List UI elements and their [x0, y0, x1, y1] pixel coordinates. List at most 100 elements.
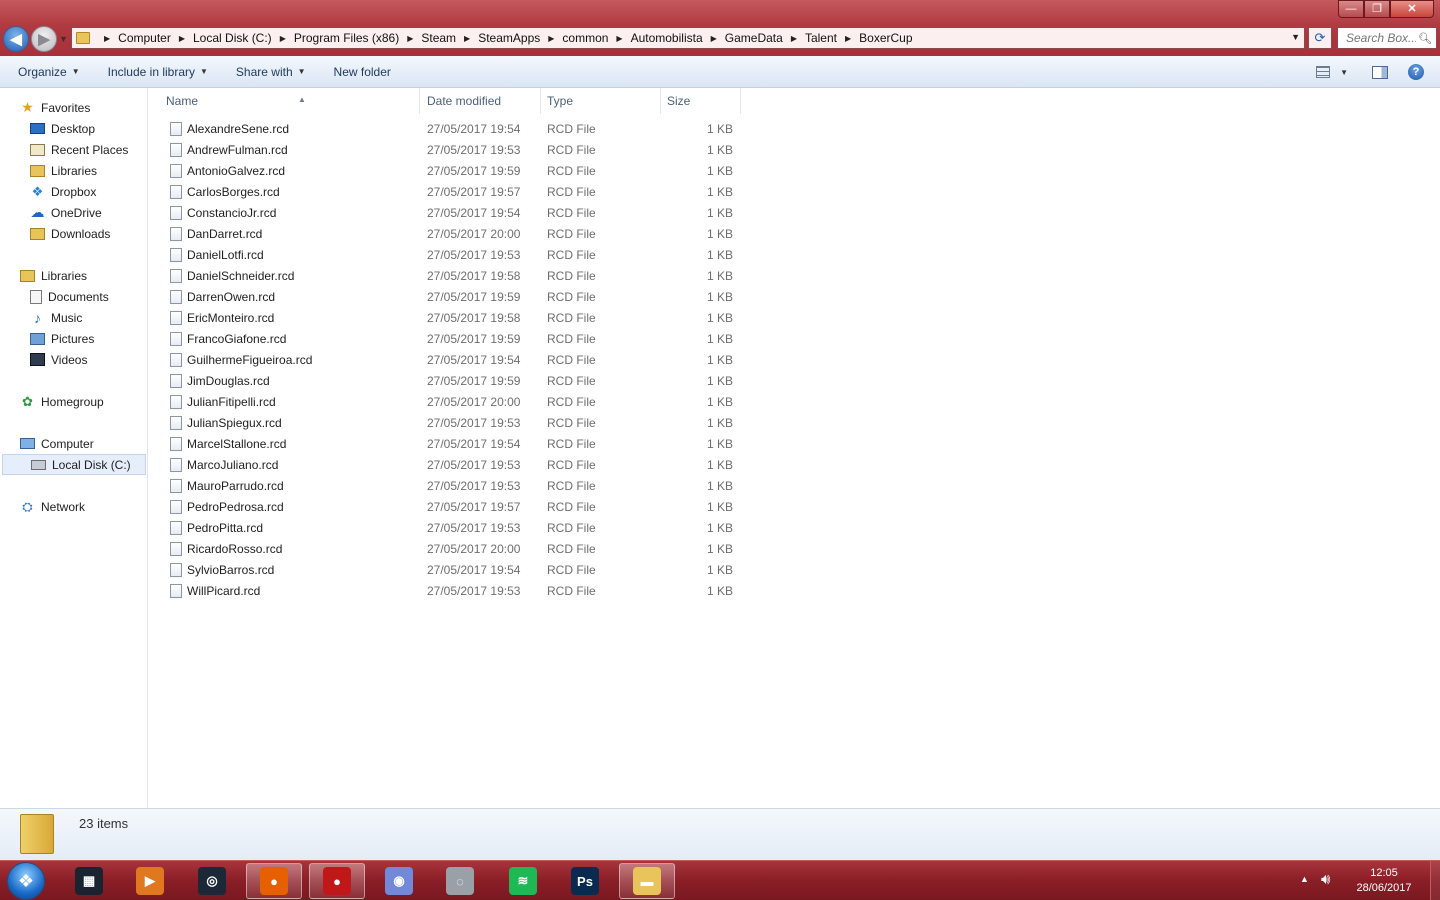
maximize-button[interactable]: ❐ — [1364, 0, 1390, 18]
back-button[interactable]: ◀ — [3, 26, 29, 52]
breadcrumb-item[interactable]: Program Files (x86) — [294, 31, 399, 45]
minimize-button[interactable]: — — [1338, 0, 1364, 18]
file-row[interactable]: ConstancioJr.rcd 27/05/2017 19:54 RCD File… — [148, 203, 748, 224]
help-icon[interactable]: ? — [1408, 64, 1424, 80]
start-button[interactable]: ❖ — [7, 862, 45, 900]
show-hidden-icons-icon[interactable]: ▲ — [1300, 874, 1309, 884]
file-row[interactable]: MarcelStallone.rcd 27/05/2017 19:54 RCD Fi… — [148, 434, 748, 455]
file-row[interactable]: JimDouglas.rcd 27/05/2017 19:59 RCD File 1 … — [148, 371, 748, 392]
sidebar-item-downloads[interactable]: Downloads — [0, 223, 148, 244]
breadcrumb-item[interactable]: Automobilista — [631, 31, 703, 45]
file-row[interactable]: PedroPedrosa.rcd 27/05/2017 19:57 RCD File… — [148, 497, 748, 518]
file-row[interactable]: WillPicard.rcd 27/05/2017 19:53 RCD File 1 … — [148, 581, 748, 602]
chevron-right-icon[interactable]: ▶ — [179, 34, 185, 43]
chevron-right-icon[interactable]: ▶ — [104, 34, 110, 43]
file-icon — [170, 311, 182, 325]
taskbar-button[interactable]: Ps — [557, 863, 613, 899]
file-row[interactable]: JulianSpiegux.rcd 27/05/2017 19:53 RCD Fil… — [148, 413, 748, 434]
share-with-menu[interactable]: Share with ▼ — [218, 65, 316, 79]
file-row[interactable]: DarrenOwen.rcd 27/05/2017 19:59 RCD File 1 … — [148, 287, 748, 308]
file-row[interactable]: PedroPitta.rcd 27/05/2017 19:53 RCD File 1 … — [148, 518, 748, 539]
new-folder-button[interactable]: New folder — [316, 65, 401, 79]
clock[interactable]: 12:05 28/06/2017 — [1348, 866, 1420, 896]
sidebar-item-dropbox[interactable]: ❖ Dropbox — [0, 181, 148, 202]
sidebar-item-computer[interactable]: Computer — [0, 433, 148, 454]
breadcrumb-item[interactable]: GameData — [725, 31, 783, 45]
breadcrumb-item[interactable]: Local Disk (C:) — [193, 31, 272, 45]
column-header-type[interactable]: Type — [541, 88, 661, 114]
file-row[interactable]: MarcoJuliano.rcd 27/05/2017 19:53 RCD File… — [148, 455, 748, 476]
address-bar[interactable]: ▶ Computer ▶ Local Disk (C:) ▶ Program Files… — [71, 27, 1305, 49]
file-row[interactable]: GuilhermeFigueiroa.rcd 27/05/2017 19:54 RC… — [148, 350, 748, 371]
sidebar-item-libraries[interactable]: Libraries — [0, 265, 148, 286]
sidebar-item-libraries-fav[interactable]: Libraries — [0, 160, 148, 181]
taskbar-button[interactable]: ▶ — [122, 863, 178, 899]
file-row[interactable]: JulianFitipelli.rcd 27/05/2017 20:00 RCD F… — [148, 392, 748, 413]
file-row[interactable]: CarlosBorges.rcd 27/05/2017 19:57 RCD File… — [148, 182, 748, 203]
file-row[interactable]: SylvioBarros.rcd 27/05/2017 19:54 RCD File… — [148, 560, 748, 581]
breadcrumb-item[interactable]: common — [562, 31, 608, 45]
chevron-right-icon[interactable]: ▶ — [791, 34, 797, 43]
file-row[interactable]: FrancoGiafone.rcd 27/05/2017 19:59 RCD Fil… — [148, 329, 748, 350]
sidebar-item-music[interactable]: ♪ Music — [0, 307, 148, 328]
file-icon — [170, 164, 182, 178]
sidebar-item-homegroup[interactable]: ✿ Homegroup — [0, 391, 148, 412]
recent-pages-button[interactable]: ▼ — [59, 34, 68, 44]
chevron-right-icon[interactable]: ▶ — [845, 34, 851, 43]
file-row[interactable]: DanDarret.rcd 27/05/2017 20:00 RCD File 1 K… — [148, 224, 748, 245]
search-icon[interactable]: 🔍︎ — [1418, 32, 1432, 45]
file-row[interactable]: AndrewFulman.rcd 27/05/2017 19:53 RCD File… — [148, 140, 748, 161]
file-row[interactable]: AntonioGalvez.rcd 27/05/2017 19:59 RCD Fil… — [148, 161, 748, 182]
sidebar-item-desktop[interactable]: Desktop — [0, 118, 148, 139]
preview-pane-icon[interactable] — [1372, 65, 1388, 79]
sidebar-item-network[interactable]: ⛭ Network — [0, 496, 148, 517]
taskbar-button[interactable]: ◉ — [371, 863, 427, 899]
refresh-button[interactable]: ⟳ — [1308, 27, 1332, 49]
forward-button[interactable]: ▶ — [31, 26, 57, 52]
view-options-chevron-icon[interactable]: ▼ — [1340, 68, 1348, 77]
breadcrumb-item[interactable]: SteamApps — [478, 31, 540, 45]
chevron-right-icon[interactable]: ▶ — [616, 34, 622, 43]
file-row[interactable]: MauroParrudo.rcd 27/05/2017 19:53 RCD File… — [148, 476, 748, 497]
search-box[interactable]: 🔍︎ — [1337, 27, 1437, 49]
sidebar-item-onedrive[interactable]: ☁ OneDrive — [0, 202, 148, 223]
taskbar-button[interactable]: ▬ — [619, 863, 675, 899]
breadcrumb-item[interactable]: Talent — [805, 31, 837, 45]
organize-menu[interactable]: Organize ▼ — [0, 65, 90, 79]
file-row[interactable]: DanielLotfi.rcd 27/05/2017 19:53 RCD File 1… — [148, 245, 748, 266]
column-header-name[interactable]: ▲ Name — [160, 88, 420, 114]
show-desktop-button[interactable] — [1430, 861, 1440, 900]
sidebar-item-pictures[interactable]: Pictures — [0, 328, 148, 349]
taskbar-button[interactable]: ▦ — [61, 863, 117, 899]
taskbar-button[interactable]: ● — [309, 863, 365, 899]
chevron-right-icon[interactable]: ▶ — [711, 34, 717, 43]
taskbar-button[interactable]: ◎ — [184, 863, 240, 899]
close-button[interactable]: ✕ — [1390, 0, 1434, 18]
include-in-library-menu[interactable]: Include in library ▼ — [90, 65, 218, 79]
taskbar-button[interactable]: ● — [246, 863, 302, 899]
breadcrumb-item[interactable]: Steam — [421, 31, 456, 45]
sidebar-item-favorites[interactable]: ★ Favorites — [0, 97, 148, 118]
breadcrumb-item[interactable]: Computer — [118, 31, 171, 45]
volume-icon[interactable]: 🔊︎ — [1321, 871, 1330, 888]
sidebar-item-recent-places[interactable]: Recent Places — [0, 139, 148, 160]
chevron-right-icon[interactable]: ▶ — [280, 34, 286, 43]
file-row[interactable]: AlexandreSene.rcd 27/05/2017 19:54 RCD Fil… — [148, 119, 748, 140]
sidebar-item-local-disk[interactable]: Local Disk (C:) — [2, 454, 146, 475]
chevron-right-icon[interactable]: ▶ — [548, 34, 554, 43]
file-row[interactable]: RicardoRosso.rcd 27/05/2017 20:00 RCD File… — [148, 539, 748, 560]
search-input[interactable] — [1346, 31, 1416, 45]
taskbar-button[interactable]: ≋ — [495, 863, 551, 899]
chevron-right-icon[interactable]: ▶ — [407, 34, 413, 43]
sidebar-item-documents[interactable]: Documents — [0, 286, 148, 307]
chevron-right-icon[interactable]: ▶ — [464, 34, 470, 43]
address-dropdown-icon[interactable]: ▼ — [1291, 32, 1300, 42]
column-header-size[interactable]: Size — [661, 88, 741, 114]
taskbar-button[interactable]: ◌ — [432, 863, 488, 899]
sidebar-item-videos[interactable]: Videos — [0, 349, 148, 370]
file-row[interactable]: EricMonteiro.rcd 27/05/2017 19:58 RCD File… — [148, 308, 748, 329]
change-view-icon[interactable] — [1316, 66, 1331, 78]
file-row[interactable]: DanielSchneider.rcd 27/05/2017 19:58 RCD F… — [148, 266, 748, 287]
column-header-date[interactable]: Date modified — [421, 88, 541, 114]
breadcrumb-item[interactable]: BoxerCup — [859, 31, 912, 45]
